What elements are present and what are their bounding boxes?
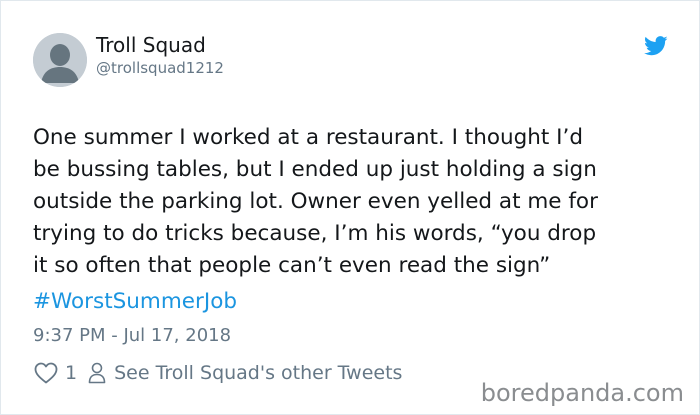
tweet-card: Troll Squad @trollsquad1212 One summer I… — [0, 0, 700, 415]
default-avatar-icon — [33, 33, 87, 87]
twitter-bird-icon[interactable] — [644, 35, 668, 57]
watermark: boredpanda.com — [480, 379, 684, 407]
author-display-name[interactable]: Troll Squad — [96, 33, 206, 57]
author-handle[interactable]: @trollsquad1212 — [96, 59, 224, 77]
hashtag-link[interactable]: #WorstSummerJob — [33, 286, 237, 318]
like-count[interactable]: 1 — [65, 361, 77, 385]
tweet-text: One summer I worked at a restaurant. I t… — [33, 125, 598, 278]
tweet-actions: 1 See Troll Squad's other Tweets — [34, 360, 402, 386]
avatar[interactable] — [33, 33, 87, 87]
heart-icon[interactable] — [34, 362, 58, 384]
see-other-tweets-link[interactable]: See Troll Squad's other Tweets — [114, 361, 402, 385]
tweet-timestamp[interactable]: 9:37 PM - Jul 17, 2018 — [33, 324, 231, 348]
person-icon — [88, 362, 106, 384]
